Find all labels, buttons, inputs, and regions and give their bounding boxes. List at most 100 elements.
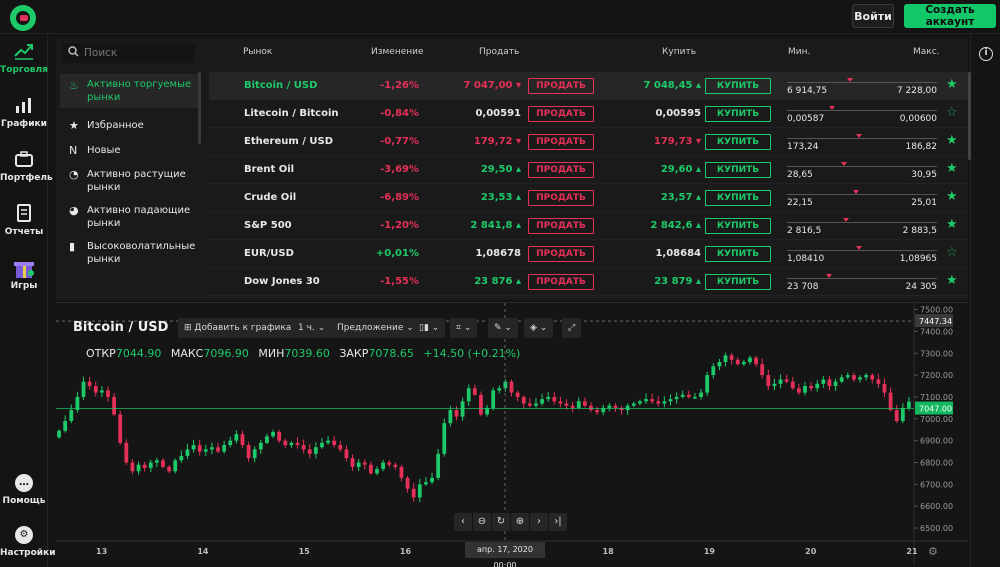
- sell-button[interactable]: ПРОДАТЬ: [528, 218, 594, 234]
- sell-button[interactable]: ПРОДАТЬ: [528, 274, 594, 290]
- market-name[interactable]: Ethereum / USD: [244, 136, 333, 147]
- favorite-star-icon[interactable]: ★: [946, 273, 958, 288]
- candle-body: [668, 399, 673, 402]
- column-header-min[interactable]: Мин.: [788, 47, 810, 57]
- range-marker: [841, 162, 847, 166]
- layers-button[interactable]: ◈ ⌄: [524, 318, 554, 338]
- y-tick-label: 7500.00: [920, 306, 953, 315]
- buy-button[interactable]: КУПИТЬ: [705, 190, 771, 206]
- candle-body: [228, 440, 233, 446]
- fullscreen-button[interactable]: ⤢: [562, 318, 582, 338]
- candle-body: [784, 379, 789, 382]
- nav-item-help[interactable]: … Помощь: [0, 474, 48, 506]
- table-row[interactable]: Dow Jones 30 -1,55% 23 876 ▴ ПРОДАТЬ 23 879 …: [209, 268, 968, 296]
- table-row[interactable]: S&P 500 -1,20% 2 841,8 ▴ ПРОДАТЬ 2 842,6 ▴ КУ…: [209, 212, 968, 240]
- favorite-star-icon[interactable]: ☆: [946, 105, 958, 120]
- market-name[interactable]: Brent Oil: [244, 164, 294, 175]
- buy-button[interactable]: КУПИТЬ: [705, 78, 771, 94]
- buy-button[interactable]: КУПИТЬ: [705, 106, 771, 122]
- search-box[interactable]: [62, 43, 195, 63]
- candle-body: [595, 410, 600, 413]
- market-name[interactable]: EUR/USD: [244, 248, 294, 259]
- buy-button[interactable]: КУПИТЬ: [705, 218, 771, 234]
- info-icon[interactable]: i: [979, 47, 993, 61]
- sell-button[interactable]: ПРОДАТЬ: [528, 106, 594, 122]
- candle-body: [356, 462, 361, 467]
- market-change: -0,77%: [380, 136, 419, 147]
- buy-button[interactable]: КУПИТЬ: [705, 274, 771, 290]
- candle-type-button[interactable]: ▯▮ ⌄: [413, 318, 446, 338]
- column-header-change[interactable]: Изменение: [371, 47, 424, 57]
- favorite-star-icon[interactable]: ★: [946, 133, 958, 148]
- chart-settings-icon[interactable]: ⚙: [928, 545, 938, 558]
- favorite-star-icon[interactable]: ★: [946, 77, 958, 92]
- candle-body: [436, 453, 441, 478]
- market-name[interactable]: Bitcoin / USD: [244, 80, 317, 91]
- nav-item-settings[interactable]: ⚙ Настройки: [0, 526, 56, 558]
- candle-body: [87, 381, 92, 387]
- column-header-max[interactable]: Макс.: [913, 47, 940, 57]
- table-row[interactable]: EUR/USD +0,01% 1,08678 ПРОДАТЬ 1,08684 КУПИТЬ…: [209, 240, 968, 268]
- zoom-out-button[interactable]: ⊖: [473, 513, 491, 531]
- category-new[interactable]: N Новые: [60, 144, 200, 157]
- scroll-right-button[interactable]: ›: [530, 513, 548, 531]
- column-header-market[interactable]: Рынок: [243, 47, 272, 57]
- buy-button[interactable]: КУПИТЬ: [705, 134, 771, 150]
- category-scrollbar[interactable]: [198, 72, 201, 144]
- category-volatile[interactable]: ▮ Высоковолатильные рынки: [60, 240, 200, 266]
- table-row[interactable]: Ethereum / USD -0,77% 179,72 ▾ ПРОДАТЬ 179,7…: [209, 128, 968, 156]
- market-name[interactable]: Crude Oil: [244, 192, 296, 203]
- nav-item-trading[interactable]: Торговля: [0, 42, 48, 75]
- column-header-buy[interactable]: Купить: [662, 47, 696, 57]
- market-name[interactable]: Litecoin / Bitcoin: [244, 108, 339, 119]
- nav-label: Настройки: [0, 548, 56, 558]
- column-header-sell[interactable]: Продать: [479, 47, 519, 57]
- price-type-select[interactable]: Предложение ⌄: [331, 318, 420, 338]
- sell-button[interactable]: ПРОДАТЬ: [528, 246, 594, 262]
- add-to-charts-button[interactable]: ⊞ Добавить к графикам: [178, 318, 305, 338]
- buy-button[interactable]: КУПИТЬ: [705, 246, 771, 262]
- nav-item-portfolio[interactable]: Портфель: [0, 150, 53, 183]
- sell-price: 23 876 ▴: [449, 276, 521, 287]
- indicators-button[interactable]: ⌗ ⌄: [450, 318, 478, 338]
- zoom-in-button[interactable]: ⊕: [511, 513, 529, 531]
- sell-button[interactable]: ПРОДАТЬ: [528, 78, 594, 94]
- candle-body: [118, 414, 123, 443]
- table-row[interactable]: Bitcoin / USD -1,26% 7 047,00 ▾ ПРОДАТЬ 7 04…: [209, 72, 968, 100]
- logo-icon[interactable]: [10, 5, 36, 31]
- sell-button[interactable]: ПРОДАТЬ: [528, 162, 594, 178]
- table-row[interactable]: Crude Oil -6,89% 23,53 ▴ ПРОДАТЬ 23,57 ▴ КУПИ…: [209, 184, 968, 212]
- drawing-tools-button[interactable]: ✎ ⌄: [488, 318, 518, 338]
- jump-to-end-button[interactable]: ›|: [549, 513, 567, 531]
- table-scrollbar[interactable]: [968, 72, 971, 160]
- table-row[interactable]: Brent Oil -3,69% 29,50 ▴ ПРОДАТЬ 29,60 ▴ КУПИ…: [209, 156, 968, 184]
- category-falling[interactable]: ◕ Активно падающие рынки: [60, 204, 200, 230]
- reset-button[interactable]: ↻: [492, 513, 510, 531]
- scroll-left-button[interactable]: ‹: [454, 513, 472, 531]
- favorite-star-icon[interactable]: ☆: [946, 245, 958, 260]
- nav-item-reports[interactable]: Отчеты: [0, 204, 48, 237]
- chat-icon: …: [15, 474, 33, 492]
- sell-button[interactable]: ПРОДАТЬ: [528, 190, 594, 206]
- gear-icon: ⚙: [15, 526, 33, 544]
- interval-select[interactable]: 1 ч. ⌄: [292, 318, 332, 338]
- favorite-star-icon[interactable]: ★: [946, 217, 958, 232]
- day-range-bar: [787, 278, 937, 279]
- search-input[interactable]: [84, 45, 189, 61]
- nav-item-charts[interactable]: Графики: [0, 96, 48, 129]
- category-rising[interactable]: ◔ Активно растущие рынки: [60, 168, 200, 194]
- sell-button[interactable]: ПРОДАТЬ: [528, 134, 594, 150]
- favorite-star-icon[interactable]: ★: [946, 189, 958, 204]
- market-name[interactable]: Dow Jones 30: [244, 276, 320, 287]
- category-most-traded[interactable]: ♨ Активно торгуемые рынки: [60, 74, 200, 108]
- create-account-button[interactable]: Создать аккаунт: [904, 4, 996, 28]
- category-favorites[interactable]: ★ Избранное: [60, 119, 200, 132]
- login-button[interactable]: Войти: [852, 4, 894, 28]
- market-name[interactable]: S&P 500: [244, 220, 292, 231]
- favorite-star-icon[interactable]: ★: [946, 161, 958, 176]
- briefcase-icon: [0, 150, 48, 170]
- table-row[interactable]: Litecoin / Bitcoin -0,84% 0,00591 ПРОДАТЬ 0,…: [209, 100, 968, 128]
- nav-item-games[interactable]: Игры: [0, 258, 48, 291]
- nav-label: Торговля: [0, 65, 48, 75]
- buy-button[interactable]: КУПИТЬ: [705, 162, 771, 178]
